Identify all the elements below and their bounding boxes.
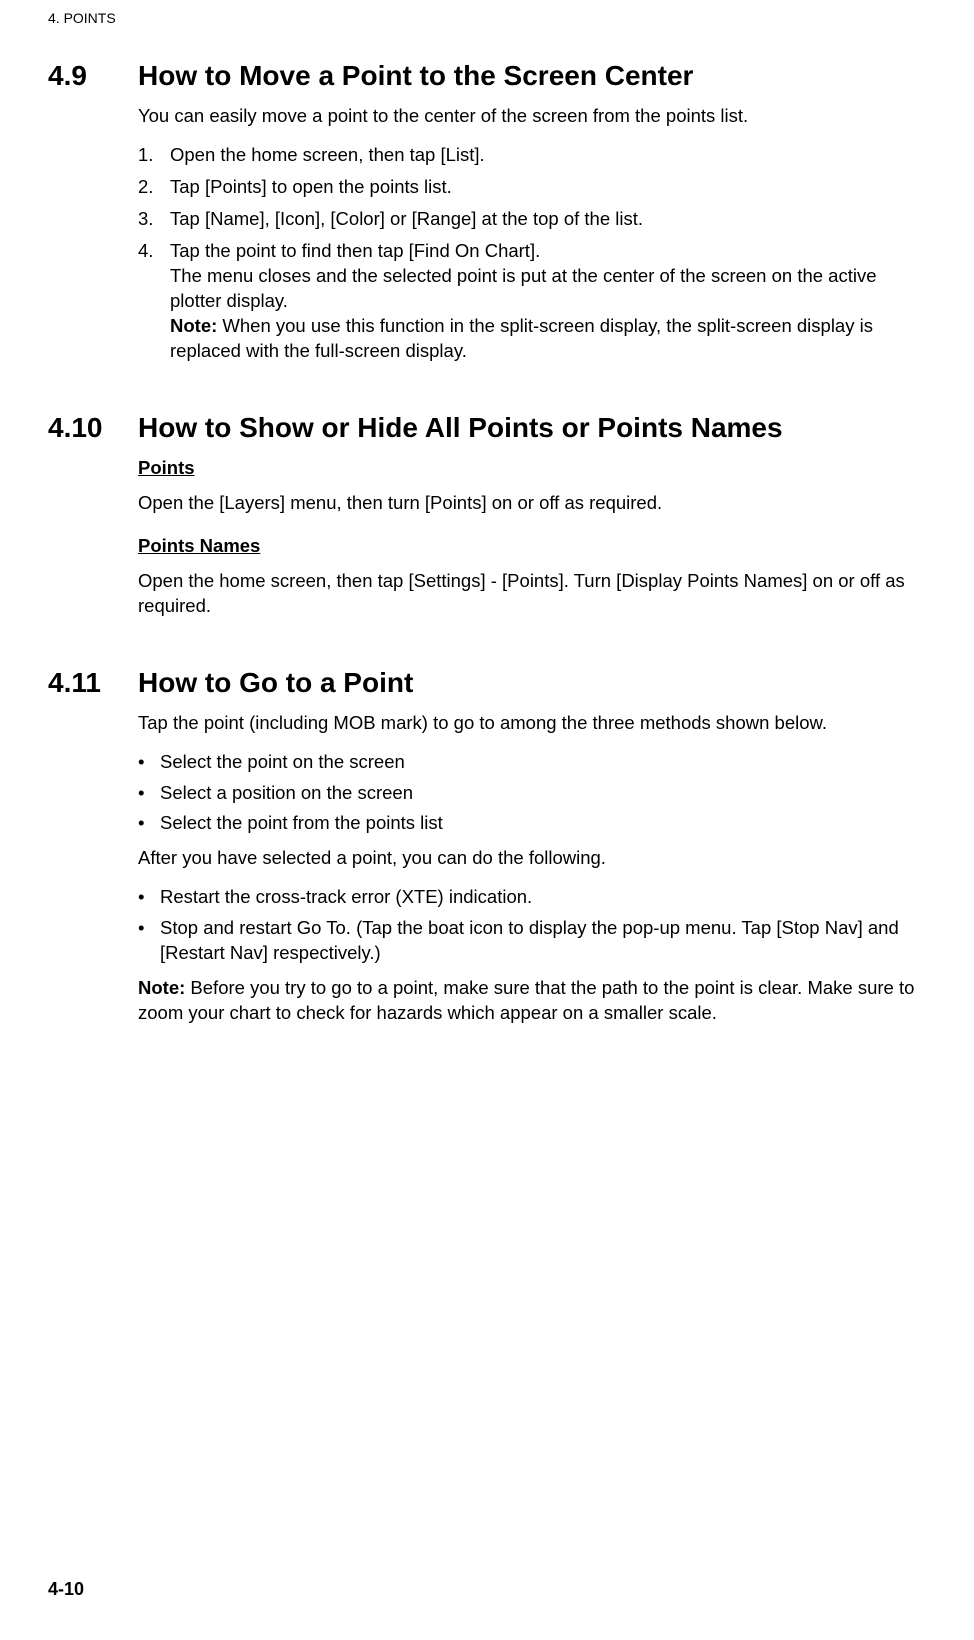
section-number: 4.10	[48, 412, 138, 444]
note-label: Note:	[170, 315, 217, 336]
section-4-11: 4.11 How to Go to a Point Tap the point …	[48, 667, 926, 1027]
chapter-header: 4. POINTS	[48, 10, 926, 26]
section-heading: 4.10 How to Show or Hide All Points or P…	[48, 412, 926, 444]
section-intro: You can easily move a point to the cente…	[138, 104, 926, 129]
sub-body: Open the [Layers] menu, then turn [Point…	[138, 491, 926, 516]
step-text: Tap the point to find then tap [Find On …	[170, 239, 926, 364]
section-body: Tap the point (including MOB mark) to go…	[138, 711, 926, 1027]
list-item: •Select a position on the screen	[138, 781, 926, 806]
bullet-text: Select the point on the screen	[160, 750, 926, 775]
bullet-text: Select the point from the points list	[160, 811, 926, 836]
note-paragraph: Note: Before you try to go to a point, m…	[138, 976, 926, 1026]
step-item: 2. Tap [Points] to open the points list.	[138, 175, 926, 200]
section-4-10: 4.10 How to Show or Hide All Points or P…	[48, 412, 926, 619]
step-text: Tap [Name], [Icon], [Color] or [Range] a…	[170, 207, 926, 232]
subheading: Points	[138, 456, 926, 481]
step-text-line: Tap the point to find then tap [Find On …	[170, 240, 540, 261]
bullet-list: •Select the point on the screen •Select …	[138, 750, 926, 837]
bullet-text: Select a position on the screen	[160, 781, 926, 806]
bullet-icon: •	[138, 750, 160, 775]
step-text: Tap [Points] to open the points list.	[170, 175, 926, 200]
sub-block-points-names: Points Names Open the home screen, then …	[138, 534, 926, 619]
step-text-line: The menu closes and the selected point i…	[170, 265, 877, 311]
section-heading: 4.9 How to Move a Point to the Screen Ce…	[48, 60, 926, 92]
paragraph: After you have selected a point, you can…	[138, 846, 926, 871]
step-text: Open the home screen, then tap [List].	[170, 143, 926, 168]
section-number: 4.11	[48, 667, 138, 699]
section-body: Points Open the [Layers] menu, then turn…	[138, 456, 926, 619]
subheading: Points Names	[138, 534, 926, 559]
section-heading: 4.11 How to Go to a Point	[48, 667, 926, 699]
section-body: You can easily move a point to the cente…	[138, 104, 926, 364]
step-item: 4. Tap the point to find then tap [Find …	[138, 239, 926, 364]
section-title: How to Go to a Point	[138, 667, 413, 699]
section-number: 4.9	[48, 60, 138, 92]
page-container: 4. POINTS 4.9 How to Move a Point to the…	[0, 0, 974, 1640]
bullet-text: Restart the cross-track error (XTE) indi…	[160, 885, 926, 910]
step-item: 1. Open the home screen, then tap [List]…	[138, 143, 926, 168]
bullet-icon: •	[138, 781, 160, 806]
list-item: •Select the point from the points list	[138, 811, 926, 836]
list-item: •Restart the cross-track error (XTE) ind…	[138, 885, 926, 910]
steps-list: 1. Open the home screen, then tap [List]…	[138, 143, 926, 364]
step-item: 3. Tap [Name], [Icon], [Color] or [Range…	[138, 207, 926, 232]
bullet-list: •Restart the cross-track error (XTE) ind…	[138, 885, 926, 966]
list-item: •Select the point on the screen	[138, 750, 926, 775]
bullet-text: Stop and restart Go To. (Tap the boat ic…	[160, 916, 926, 966]
list-item: •Stop and restart Go To. (Tap the boat i…	[138, 916, 926, 966]
section-title: How to Show or Hide All Points or Points…	[138, 412, 783, 444]
section-intro: Tap the point (including MOB mark) to go…	[138, 711, 926, 736]
step-number: 1.	[138, 143, 170, 168]
section-4-9: 4.9 How to Move a Point to the Screen Ce…	[48, 60, 926, 364]
sub-body: Open the home screen, then tap [Settings…	[138, 569, 926, 619]
bullet-icon: •	[138, 811, 160, 836]
page-number: 4-10	[48, 1579, 84, 1600]
sub-block-points: Points Open the [Layers] menu, then turn…	[138, 456, 926, 516]
step-number: 2.	[138, 175, 170, 200]
section-title: How to Move a Point to the Screen Center	[138, 60, 693, 92]
step-number: 3.	[138, 207, 170, 232]
bullet-icon: •	[138, 885, 160, 910]
bullet-icon: •	[138, 916, 160, 966]
note-text: Before you try to go to a point, make su…	[138, 977, 914, 1023]
note-label: Note:	[138, 977, 185, 998]
step-number: 4.	[138, 239, 170, 364]
note-text: When you use this function in the split-…	[170, 315, 873, 361]
